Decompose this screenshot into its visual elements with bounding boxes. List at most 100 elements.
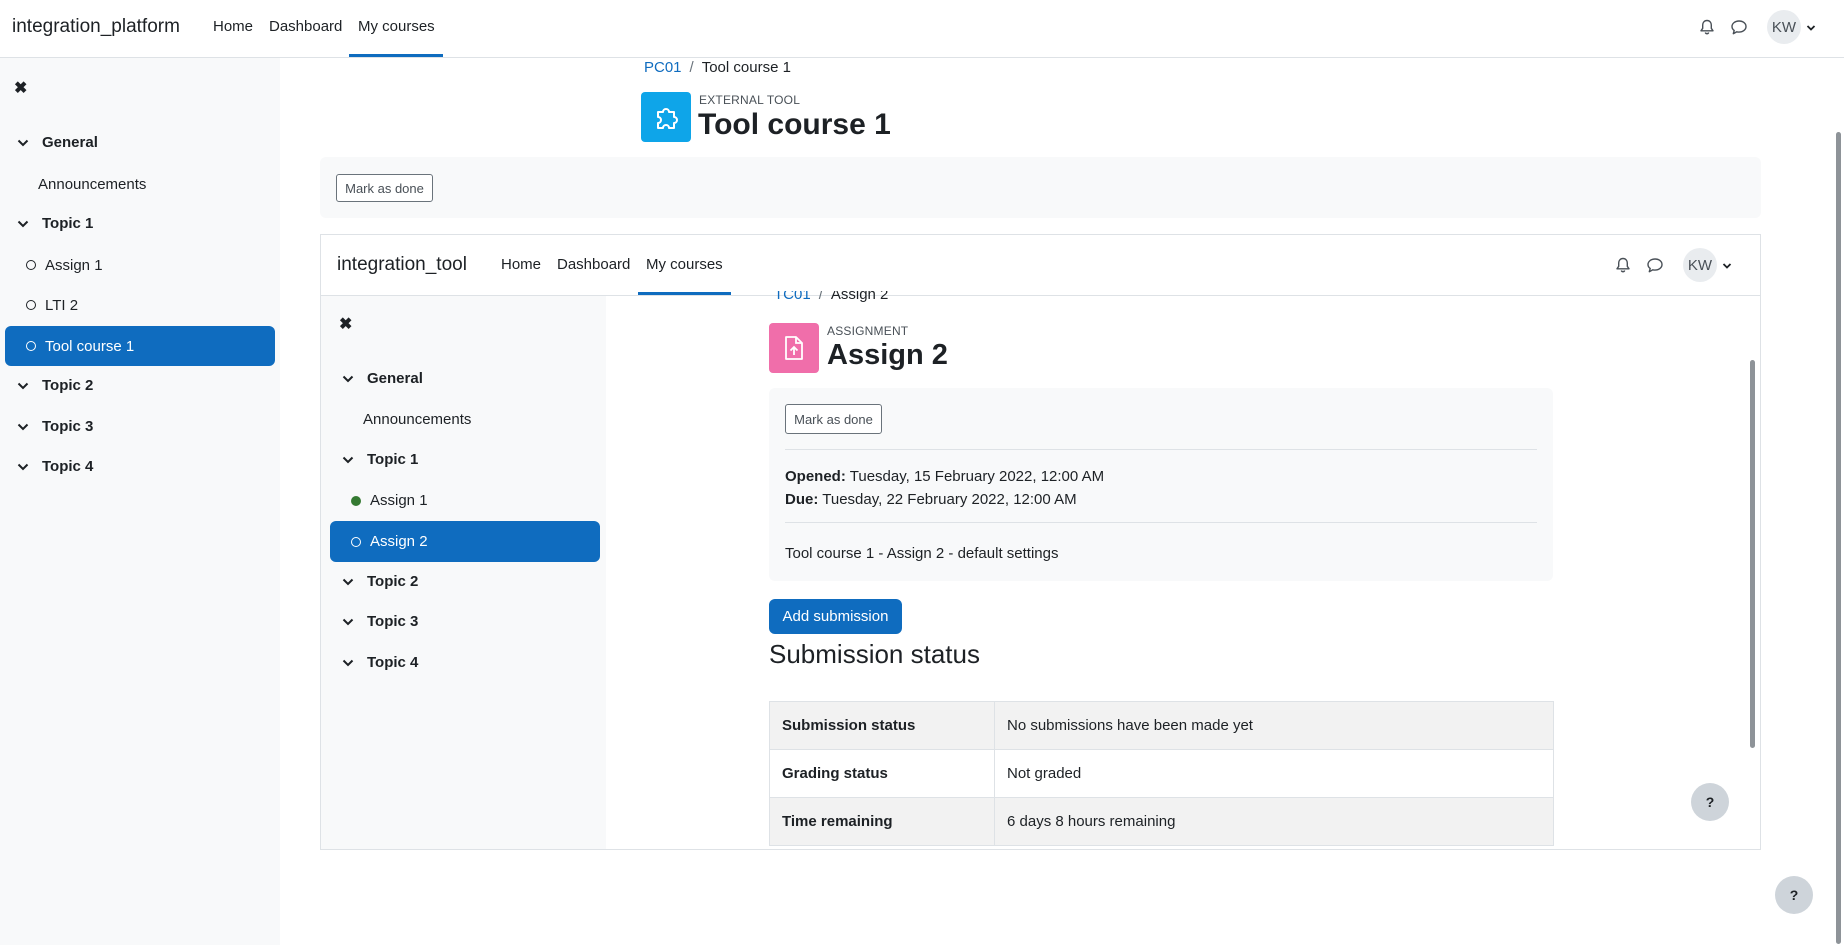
breadcrumb: PC01 / Tool course 1	[644, 59, 791, 76]
external-tool-puzzle-icon	[641, 92, 691, 142]
chevron-down-icon[interactable]	[341, 575, 355, 589]
activity-label: Tool course 1	[45, 337, 135, 355]
opened-value: Tuesday, 15 February 2022, 12:00 AM	[849, 468, 1105, 485]
tool-activity-assign-2[interactable]: Assign 2	[330, 521, 600, 562]
tool-breadcrumb-course-link[interactable]: TC01	[774, 291, 811, 303]
breadcrumb-separator: /	[818, 291, 823, 303]
section-label: Topic 3	[367, 613, 419, 630]
tool-help-button[interactable]: ?	[1691, 783, 1729, 821]
tool-nav-my-courses[interactable]: My courses	[646, 256, 723, 273]
row-label: Grading status	[769, 749, 995, 798]
assignment-info-panel: Mark as done Opened: Tuesday, 15 Februar…	[769, 388, 1553, 581]
chevron-down-icon[interactable]	[341, 453, 355, 467]
completion-circle-icon	[26, 260, 36, 270]
breadcrumb-separator: /	[689, 59, 694, 76]
section-label: Topic 4	[367, 654, 419, 671]
nav-home[interactable]: Home	[213, 18, 253, 35]
module-type-label: EXTERNAL TOOL	[699, 93, 801, 107]
section-label: Topic 3	[42, 418, 94, 435]
breadcrumb-course-link[interactable]: PC01	[644, 59, 682, 76]
tool-scrollbar-thumb[interactable]	[1750, 360, 1755, 748]
tool-course-index-drawer: ✖ General Announcements Topic 1 Assign 1…	[321, 296, 606, 849]
tool-breadcrumb-current: Assign 2	[830, 291, 889, 303]
page-scrollbar-thumb[interactable]	[1836, 132, 1841, 944]
activity-label: LTI 2	[45, 296, 79, 314]
tool-nav-home[interactable]: Home	[501, 256, 541, 273]
activity-announcements[interactable]: Announcements	[38, 176, 146, 193]
tool-section-topic-3[interactable]: Topic 3	[341, 613, 418, 630]
opened-label: Opened:	[785, 468, 846, 485]
tool-section-topic-1[interactable]: Topic 1	[341, 451, 418, 468]
mark-as-done-button[interactable]: Mark as done	[336, 174, 433, 202]
nav-dashboard[interactable]: Dashboard	[269, 18, 342, 35]
tool-mark-as-done-button[interactable]: Mark as done	[785, 404, 882, 434]
tool-messages-chat-icon[interactable]	[1644, 254, 1666, 276]
section-label: Topic 2	[42, 377, 94, 394]
section-general[interactable]: General	[16, 134, 98, 151]
chevron-down-icon[interactable]	[16, 217, 30, 231]
section-topic-3[interactable]: Topic 3	[16, 418, 93, 435]
activity-tool-course-1[interactable]: Tool course 1	[5, 326, 275, 366]
row-label: Time remaining	[769, 797, 995, 846]
activity-assign-1[interactable]: Assign 1	[5, 245, 275, 285]
completion-circle-icon	[351, 536, 361, 547]
section-topic-4[interactable]: Topic 4	[16, 458, 93, 475]
tool-section-general[interactable]: General	[341, 370, 423, 387]
section-label: Topic 1	[42, 215, 94, 232]
tool-breadcrumb: TC01 / Assign 2	[774, 291, 888, 303]
tool-user-avatar[interactable]: KW	[1683, 248, 1717, 282]
activity-label: Assign 1	[45, 256, 103, 274]
opened-date: Opened: Tuesday, 15 February 2022, 12:00…	[785, 468, 1104, 485]
breadcrumb-current: Tool course 1	[701, 59, 791, 76]
activity-label: Assign 1	[370, 492, 428, 509]
tool-nav-dashboard[interactable]: Dashboard	[557, 256, 630, 273]
notifications-bell-icon[interactable]	[1696, 16, 1718, 38]
tool-site-brand[interactable]: integration_tool	[337, 254, 467, 276]
chevron-down-icon[interactable]	[16, 379, 30, 393]
tool-notifications-bell-icon[interactable]	[1612, 254, 1634, 276]
nav-my-courses[interactable]: My courses	[358, 18, 435, 35]
tool-activity-assign-1[interactable]: Assign 1	[330, 480, 600, 521]
chevron-down-icon[interactable]	[341, 615, 355, 629]
add-submission-button[interactable]: Add submission	[769, 599, 902, 634]
user-menu-chevron-down-icon[interactable]	[1805, 22, 1817, 34]
section-label: Topic 4	[42, 458, 94, 475]
table-row: Submission status No submissions have be…	[769, 701, 1554, 750]
section-label: General	[367, 370, 423, 387]
activity-lti-2[interactable]: LTI 2	[5, 285, 275, 325]
completion-circle-icon	[26, 300, 36, 310]
user-avatar[interactable]: KW	[1767, 10, 1801, 44]
row-label: Submission status	[769, 701, 995, 750]
tool-close-drawer-icon[interactable]: ✖	[339, 314, 352, 334]
due-value: Tuesday, 22 February 2022, 12:00 AM	[822, 491, 1077, 508]
tool-user-menu-chevron-down-icon[interactable]	[1721, 260, 1733, 272]
section-topic-2[interactable]: Topic 2	[16, 377, 93, 394]
lti-tool-iframe[interactable]: integration_tool Home Dashboard My cours…	[320, 234, 1761, 850]
tool-section-topic-4[interactable]: Topic 4	[341, 654, 418, 671]
messages-chat-icon[interactable]	[1728, 16, 1750, 38]
assignment-upload-icon	[769, 323, 819, 373]
due-label: Due:	[785, 491, 819, 508]
section-topic-1[interactable]: Topic 1	[16, 215, 93, 232]
chevron-down-icon[interactable]	[16, 136, 30, 150]
submission-status-heading: Submission status	[769, 639, 980, 669]
activity-label: Assign 2	[370, 533, 428, 550]
tool-page-title: Assign 2	[827, 339, 948, 371]
submission-status-table: Submission status No submissions have be…	[769, 701, 1554, 846]
completion-circle-icon	[26, 341, 36, 351]
chevron-down-icon[interactable]	[341, 372, 355, 386]
site-brand[interactable]: integration_platform	[12, 16, 180, 38]
top-navbar: integration_platform Home Dashboard My c…	[0, 0, 1844, 58]
chevron-down-icon[interactable]	[16, 460, 30, 474]
course-index-drawer: ✖ General Announcements Topic 1 Assign 1…	[0, 58, 280, 945]
close-drawer-icon[interactable]: ✖	[14, 78, 27, 98]
chevron-down-icon[interactable]	[341, 656, 355, 670]
tool-navbar: integration_tool Home Dashboard My cours…	[321, 235, 1760, 296]
completion-done-icon	[351, 495, 361, 506]
tool-nav-active-indicator	[638, 292, 731, 295]
tool-section-topic-2[interactable]: Topic 2	[341, 573, 418, 590]
help-button[interactable]: ?	[1775, 876, 1813, 914]
due-date: Due: Tuesday, 22 February 2022, 12:00 AM	[785, 491, 1077, 508]
chevron-down-icon[interactable]	[16, 420, 30, 434]
tool-activity-announcements[interactable]: Announcements	[363, 411, 471, 428]
